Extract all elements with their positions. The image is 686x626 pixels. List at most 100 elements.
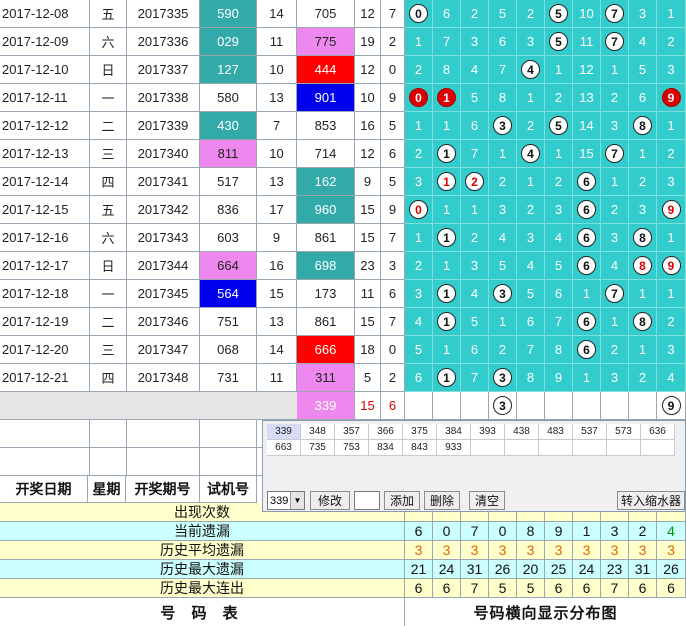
number-select[interactable]: 339 ▼ bbox=[267, 491, 305, 510]
distribution-cell: 1 bbox=[629, 280, 657, 308]
candidate-number-cell[interactable]: 366 bbox=[369, 424, 403, 440]
distribution-cell: 8 bbox=[489, 84, 517, 112]
digit-ball: 1 bbox=[437, 312, 456, 331]
clear-button[interactable]: 清空 bbox=[469, 491, 505, 510]
add-button[interactable]: 添加 bbox=[384, 491, 420, 510]
shrink-tool-button[interactable]: 转入缩水器 bbox=[617, 491, 685, 510]
distribution-cell: 3 bbox=[489, 112, 517, 140]
digit-ball: 1 bbox=[437, 284, 456, 303]
trial-number-cell: 517 bbox=[200, 168, 257, 196]
span-cell: 16 bbox=[257, 252, 297, 280]
candidate-number-cell[interactable]: 348 bbox=[301, 424, 335, 440]
distribution-cell: 6 bbox=[461, 336, 489, 364]
distribution-cell: 2 bbox=[405, 252, 433, 280]
stat-value: 1 bbox=[573, 522, 601, 541]
stat-value: 6 bbox=[433, 579, 461, 598]
stat-value: 3 bbox=[517, 541, 545, 560]
digit-ball: 3 bbox=[493, 368, 512, 387]
digit-ball: 6 bbox=[577, 228, 596, 247]
distribution-cell: 1 bbox=[433, 196, 461, 224]
edit-button[interactable]: 修改 bbox=[310, 491, 350, 510]
candidate-number-cell[interactable]: 843 bbox=[403, 440, 437, 456]
distribution-cell: 14 bbox=[573, 112, 601, 140]
distribution-cell: 12 bbox=[573, 56, 601, 84]
distribution-cell: 1 bbox=[573, 280, 601, 308]
candidate-number-cell[interactable]: 339 bbox=[267, 424, 301, 440]
number-input[interactable] bbox=[354, 491, 380, 510]
candidate-number-cell[interactable] bbox=[471, 440, 505, 456]
candidate-number-cell[interactable]: 663 bbox=[267, 440, 301, 456]
sum-cell: 19 bbox=[355, 28, 381, 56]
period-cell: 2017336 bbox=[127, 28, 200, 56]
candidate-number-cell[interactable]: 933 bbox=[437, 440, 471, 456]
candidate-number-cell[interactable]: 393 bbox=[471, 424, 505, 440]
delete-button[interactable]: 删除 bbox=[424, 491, 460, 510]
distribution-cell: 1 bbox=[545, 140, 573, 168]
distribution-cell: 2 bbox=[629, 168, 657, 196]
period-cell: 2017337 bbox=[127, 56, 200, 84]
weekday-cell: 三 bbox=[90, 336, 127, 364]
sum-cell: 10 bbox=[355, 84, 381, 112]
next-sum-cell: 15 bbox=[355, 392, 381, 420]
candidate-number-cell[interactable]: 753 bbox=[335, 440, 369, 456]
distribution-cell: 6 bbox=[573, 336, 601, 364]
candidate-number-cell[interactable]: 357 bbox=[335, 424, 369, 440]
distribution-cell: 2 bbox=[517, 112, 545, 140]
candidate-number-cell[interactable]: 375 bbox=[403, 424, 437, 440]
candidate-number-cell[interactable]: 384 bbox=[437, 424, 471, 440]
candidate-number-cell[interactable] bbox=[573, 440, 607, 456]
distribution-cell: 4 bbox=[461, 280, 489, 308]
candidate-number-cell[interactable] bbox=[539, 440, 573, 456]
trial-number-cell: 603 bbox=[200, 224, 257, 252]
chevron-down-icon[interactable]: ▼ bbox=[290, 492, 304, 509]
candidate-number-panel: 339 348 357 366 375 384 393 438 483 537 573 636 663 7… bbox=[262, 420, 686, 512]
distribution-cell: 1 bbox=[657, 280, 686, 308]
distribution-cell: 2 bbox=[657, 308, 686, 336]
digit-ball: 8 bbox=[633, 312, 652, 331]
sum-cell: 9 bbox=[355, 168, 381, 196]
sum-cell: 15 bbox=[355, 196, 381, 224]
draw-date-cell: 2017-12-11 bbox=[0, 84, 90, 112]
spacer-cell bbox=[127, 420, 200, 448]
next-distribution-cell: 9 bbox=[657, 392, 686, 420]
candidate-number-cell[interactable]: 537 bbox=[573, 424, 607, 440]
candidate-number-cell[interactable] bbox=[607, 440, 641, 456]
digit-ball: 6 bbox=[577, 312, 596, 331]
stat-value: 25 bbox=[545, 560, 573, 579]
candidate-number-cell[interactable]: 834 bbox=[369, 440, 403, 456]
candidate-number-cell[interactable]: 636 bbox=[641, 424, 675, 440]
distribution-cell: 0 bbox=[405, 196, 433, 224]
stat-label: 当前遗漏 bbox=[0, 522, 405, 541]
draw-number-cell: 853 bbox=[297, 112, 355, 140]
candidate-number-cell[interactable] bbox=[505, 440, 539, 456]
distribution-cell: 1 bbox=[433, 168, 461, 196]
stat-value: 3 bbox=[601, 522, 629, 541]
stat-value: 21 bbox=[405, 560, 433, 579]
distribution-cell: 1 bbox=[433, 84, 461, 112]
distribution-cell: 7 bbox=[601, 140, 629, 168]
candidate-number-cell[interactable]: 438 bbox=[505, 424, 539, 440]
candidate-number-cell[interactable] bbox=[641, 440, 675, 456]
digit-ball: 9 bbox=[661, 256, 681, 275]
digit-ball: 7 bbox=[605, 32, 624, 51]
distribution-cell: 3 bbox=[601, 364, 629, 392]
sum-cell: 23 bbox=[355, 252, 381, 280]
distribution-cell: 5 bbox=[461, 308, 489, 336]
draw-number-cell: 861 bbox=[297, 224, 355, 252]
candidate-number-cell[interactable]: 483 bbox=[539, 424, 573, 440]
distribution-cell: 6 bbox=[461, 112, 489, 140]
distribution-cell: 2 bbox=[489, 336, 517, 364]
distribution-cell: 1 bbox=[657, 0, 686, 28]
distribution-cell: 2 bbox=[601, 196, 629, 224]
distribution-cell: 5 bbox=[489, 252, 517, 280]
distribution-cell: 1 bbox=[405, 224, 433, 252]
sum-cell: 12 bbox=[355, 140, 381, 168]
candidate-number-cell[interactable]: 735 bbox=[301, 440, 335, 456]
stat-value: 3 bbox=[573, 541, 601, 560]
tail-cell: 2 bbox=[381, 364, 405, 392]
digit-ball: 1 bbox=[437, 228, 456, 247]
distribution-cell: 6 bbox=[489, 28, 517, 56]
candidate-number-cell[interactable]: 573 bbox=[607, 424, 641, 440]
trial-number-cell: 731 bbox=[200, 364, 257, 392]
distribution-cell: 8 bbox=[433, 56, 461, 84]
